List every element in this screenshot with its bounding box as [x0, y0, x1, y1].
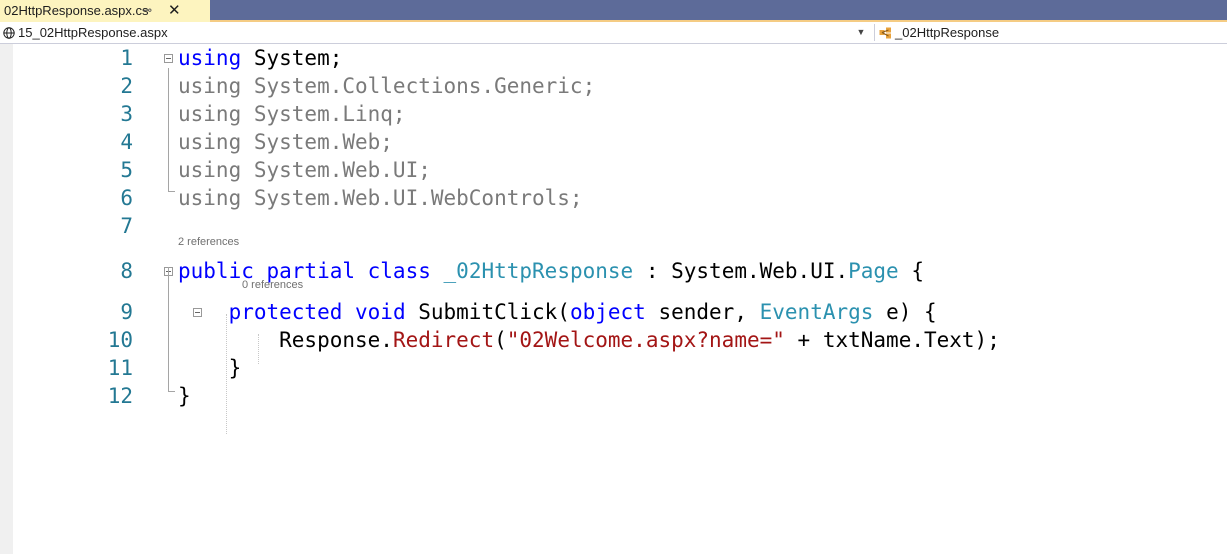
code-line[interactable]: 10 Response.Redirect("02Welcome.aspx?nam… [0, 326, 1227, 354]
outline-guide [168, 267, 169, 392]
fold-marker-method[interactable] [193, 308, 202, 317]
code-token: using System.Web; [178, 130, 393, 154]
code-line[interactable]: 4 using System.Web; [0, 128, 1227, 156]
line-number: 12 [107, 384, 133, 408]
code-token: e) { [873, 300, 937, 324]
line-number: 5 [120, 158, 133, 182]
code-token: using System.Web.UI; [178, 158, 431, 182]
code-line[interactable]: 9 protected void SubmitClick(object send… [0, 298, 1227, 326]
globe-icon [3, 27, 15, 39]
outline-guide-end [168, 191, 175, 192]
code-token: SubmitClick( [405, 300, 570, 324]
document-tab[interactable]: 02HttpResponse.aspx.cs ⊸ ✕ [0, 0, 210, 22]
code-text: using System.Web.UI; [178, 156, 431, 184]
navigation-bar: 15_02HttpResponse.aspx ▼ _02HttpResponse [0, 22, 1227, 44]
code-line[interactable]: 8 public partial class _02HttpResponse : … [0, 257, 1227, 285]
code-text: using System.Web.UI.WebControls; [178, 184, 583, 212]
code-token: : System.Web.UI. [633, 259, 849, 283]
code-token: sender, [645, 300, 760, 324]
code-text: protected void SubmitClick(object sender… [178, 298, 937, 326]
code-token: protected void [228, 300, 406, 324]
document-tab-strip: 02HttpResponse.aspx.cs ⊸ ✕ [0, 0, 1227, 22]
line-number: 6 [120, 186, 133, 210]
code-token: using System.Linq; [178, 102, 406, 126]
line-number: 7 [120, 214, 133, 238]
code-token: } [178, 356, 242, 380]
code-token: { [898, 259, 924, 283]
indent-guide [258, 334, 259, 364]
code-token: Page [848, 259, 899, 283]
code-text: } [178, 382, 191, 410]
code-editor[interactable]: 2 references 0 references 1 using System; 2 u… [0, 44, 1227, 554]
code-line[interactable]: 5 using System.Web.UI; [0, 156, 1227, 184]
line-number: 3 [120, 102, 133, 126]
indent-guide [226, 314, 227, 434]
pin-icon[interactable]: ⊸ [142, 0, 152, 21]
code-token: } [178, 384, 191, 408]
code-token: using [178, 46, 242, 70]
code-token: ( [494, 328, 507, 352]
code-token: + txtName.Text); [784, 328, 1000, 352]
outline-guide-end [168, 391, 175, 392]
code-token: public partial class [178, 259, 431, 283]
code-text: Response.Redirect("02Welcome.aspx?name="… [178, 326, 1000, 354]
project-name: 15_02HttpResponse.aspx [18, 25, 168, 40]
line-number: 8 [120, 259, 133, 283]
code-line[interactable]: 11 } [0, 354, 1227, 382]
code-text: using System; [178, 44, 342, 72]
code-line[interactable]: 12} [0, 382, 1227, 410]
project-dropdown[interactable]: 15_02HttpResponse.aspx [3, 22, 168, 43]
class-dropdown[interactable]: _02HttpResponse [879, 22, 999, 43]
outline-guide [168, 68, 169, 192]
line-number: 10 [107, 328, 133, 352]
code-text: using System.Collections.Generic; [178, 72, 595, 100]
code-token: Response. [178, 328, 393, 352]
code-line[interactable]: 6 using System.Web.UI.WebControls; [0, 184, 1227, 212]
code-token: System; [241, 46, 343, 70]
code-line[interactable]: 3 using System.Linq; [0, 100, 1227, 128]
fold-marker-using[interactable] [164, 54, 173, 63]
code-line[interactable]: 7 [0, 212, 1227, 240]
tab-title: 02HttpResponse.aspx.cs [4, 3, 149, 18]
chevron-down-icon[interactable]: ▼ [849, 22, 873, 43]
line-number: 4 [120, 130, 133, 154]
line-number: 1 [120, 46, 133, 70]
code-token: using System.Web.UI.WebControls; [178, 186, 583, 210]
code-text: } [178, 354, 242, 382]
code-token: object [569, 300, 646, 324]
line-number: 2 [120, 74, 133, 98]
code-line[interactable]: 2 using System.Collections.Generic; [0, 72, 1227, 100]
code-text: public partial class _02HttpResponse : S… [178, 257, 924, 285]
code-token: EventArgs [759, 300, 874, 324]
code-text: using System.Web; [178, 128, 393, 156]
nav-divider [874, 24, 875, 41]
line-number: 11 [107, 356, 133, 380]
class-icon [879, 27, 891, 39]
code-token: "02Welcome.aspx?name=" [506, 328, 785, 352]
code-line[interactable]: 1 using System; [0, 44, 1227, 72]
class-name: _02HttpResponse [895, 25, 1000, 40]
code-token: _02HttpResponse [443, 259, 634, 283]
code-token: using System.Collections.Generic; [178, 74, 596, 98]
code-text: using System.Linq; [178, 100, 406, 128]
line-number: 9 [120, 300, 133, 324]
code-token: Redirect [392, 328, 495, 352]
close-icon[interactable]: ✕ [168, 0, 181, 21]
